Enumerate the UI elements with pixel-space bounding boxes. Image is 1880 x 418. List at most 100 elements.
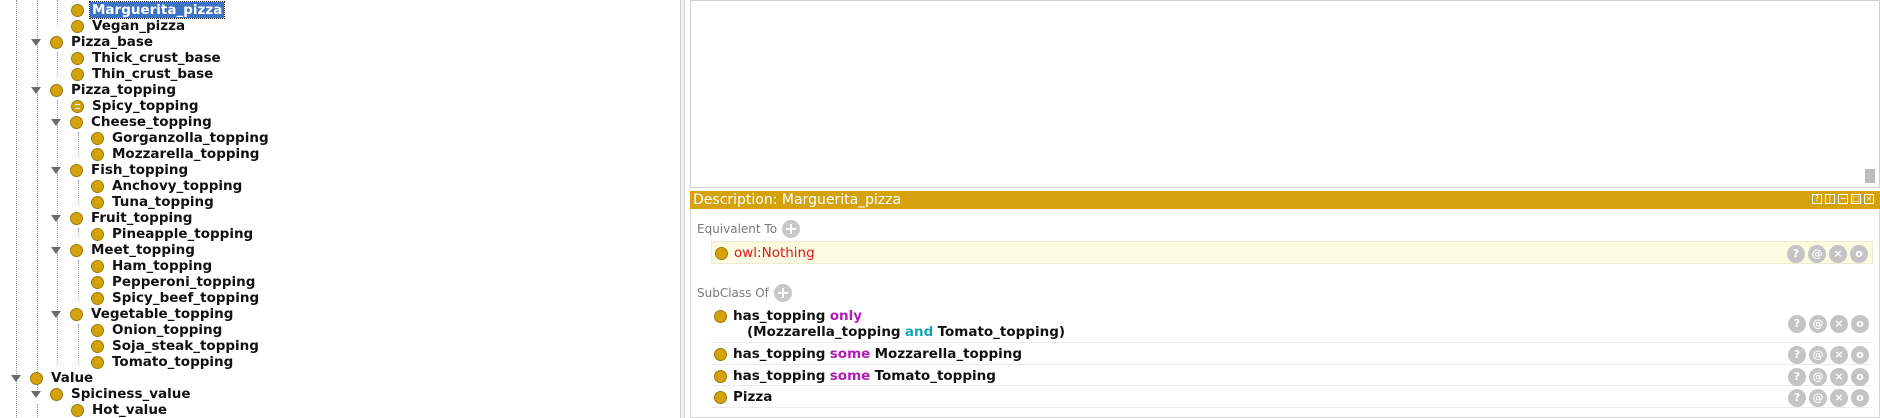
tree-node-label[interactable]: Pepperoni_topping	[110, 274, 257, 290]
annotate-button[interactable]: @	[1809, 368, 1827, 386]
tree-node-label[interactable]: Mozzarella_topping	[110, 146, 261, 162]
tree-node-onion-topping[interactable]: Onion_topping	[91, 322, 224, 338]
subclass-row[interactable]: has_topping some Mozzarella_topping ? @ …	[711, 343, 1873, 365]
property-name[interactable]: has_topping	[733, 308, 825, 324]
tree-node-meet-topping[interactable]: Meet_topping	[51, 242, 197, 258]
filler-close[interactable]: Tomato_topping)	[938, 324, 1065, 340]
collapse-toggle-icon[interactable]	[51, 118, 61, 126]
tree-node-pizza-topping[interactable]: Pizza_topping	[31, 82, 178, 98]
tree-node-anchovy-topping[interactable]: Anchovy_topping	[91, 178, 244, 194]
explain-button[interactable]: ?	[1788, 368, 1806, 386]
tree-node-label[interactable]: Cheese_topping	[89, 114, 214, 130]
edit-button[interactable]: o	[1851, 389, 1869, 407]
tree-node-gorganzolla-topping[interactable]: Gorganzolla_topping	[91, 130, 271, 146]
collapse-toggle-icon[interactable]	[51, 246, 61, 254]
close-view-button[interactable]: ×	[1864, 194, 1874, 204]
filler-open[interactable]: (Mozzarella_topping	[747, 324, 901, 340]
tree-node-label[interactable]: Vegan_pizza	[90, 18, 187, 34]
tree-node-pizza-base[interactable]: Pizza_base	[31, 34, 155, 50]
owl-nothing-entity[interactable]: owl:Nothing	[734, 245, 815, 261]
tree-node-label[interactable]: Pineapple_topping	[110, 226, 255, 242]
help-view-button[interactable]: ?	[1812, 194, 1822, 204]
tree-node-label[interactable]: Tuna_topping	[110, 194, 216, 210]
tree-node-label[interactable]: Anchovy_topping	[110, 178, 244, 194]
delete-button[interactable]: ×	[1829, 245, 1847, 263]
explain-button[interactable]: ?	[1788, 389, 1806, 407]
maximize-view-button[interactable]: □	[1851, 194, 1861, 204]
tree-node-pepperoni-topping[interactable]: Pepperoni_topping	[91, 274, 257, 290]
property-name[interactable]: has_topping	[733, 346, 825, 362]
tree-node-hot-value[interactable]: Hot_value	[71, 402, 169, 418]
subclass-row[interactable]: has_topping some Tomato_topping ? @ × o	[711, 365, 1873, 386]
delete-button[interactable]: ×	[1830, 389, 1848, 407]
tree-node-cheese-topping[interactable]: Cheese_topping	[51, 114, 214, 130]
pin-view-button[interactable]: |	[1825, 194, 1835, 204]
annotate-button[interactable]: @	[1809, 346, 1827, 364]
minimize-view-button[interactable]: −	[1838, 194, 1848, 204]
tree-node-label[interactable]: Vegetable_topping	[89, 306, 235, 322]
tree-node-label[interactable]: Value	[49, 370, 95, 386]
tree-node-pineapple-topping[interactable]: Pineapple_topping	[91, 226, 255, 242]
add-equivalent-button[interactable]: +	[782, 220, 801, 238]
tree-node-vegan-pizza[interactable]: Vegan_pizza	[71, 18, 187, 34]
edit-button[interactable]: o	[1851, 315, 1869, 333]
tree-node-label[interactable]: Ham_topping	[110, 258, 214, 274]
tree-node-spicy-topping[interactable]: Spicy_topping	[71, 98, 201, 114]
filler-class[interactable]: Tomato_topping	[875, 368, 996, 384]
tree-node-spiciness-value[interactable]: Spiciness_value	[31, 386, 193, 402]
tree-node-label[interactable]: Hot_value	[90, 402, 169, 418]
subclass-row[interactable]: Pizza ? @ × o	[711, 386, 1873, 408]
class-hierarchy-tree[interactable]: Marguerita_pizza Vegan_pizza Pizza_base …	[0, 0, 680, 418]
edit-button[interactable]: o	[1851, 346, 1869, 364]
tree-node-label[interactable]: Gorganzolla_topping	[110, 130, 271, 146]
tree-node-spicy-beef-topping[interactable]: Spicy_beef_topping	[91, 290, 261, 306]
edit-button[interactable]: o	[1850, 245, 1868, 263]
tree-node-label[interactable]: Spicy_beef_topping	[110, 290, 261, 306]
tree-node-label[interactable]: Onion_topping	[110, 322, 224, 338]
collapse-toggle-icon[interactable]	[31, 390, 41, 398]
tree-node-mozzarella-topping[interactable]: Mozzarella_topping	[91, 146, 261, 162]
tree-node-soja-steak-topping[interactable]: Soja_steak_topping	[91, 338, 261, 354]
tree-node-label[interactable]: Thick_crust_base	[90, 50, 223, 66]
tree-node-tuna-topping[interactable]: Tuna_topping	[91, 194, 216, 210]
equivalent-to-row[interactable]: owl:Nothing ? @ × o	[711, 241, 1873, 264]
edit-button[interactable]: o	[1851, 368, 1869, 386]
resize-grip[interactable]	[1865, 169, 1875, 183]
tree-node-label[interactable]: Thin_crust_base	[90, 66, 215, 82]
collapse-toggle-icon[interactable]	[51, 310, 61, 318]
collapse-toggle-icon[interactable]	[11, 374, 21, 382]
collapse-toggle-icon[interactable]	[31, 38, 41, 46]
tree-node-tomato-topping[interactable]: Tomato_topping	[91, 354, 235, 370]
tree-node-label[interactable]: Fish_topping	[89, 162, 190, 178]
annotate-button[interactable]: @	[1808, 245, 1826, 263]
explain-button[interactable]: ?	[1788, 346, 1806, 364]
collapse-toggle-icon[interactable]	[51, 166, 61, 174]
property-name[interactable]: has_topping	[733, 368, 825, 384]
tree-node-ham-topping[interactable]: Ham_topping	[91, 258, 214, 274]
tree-node-fish-topping[interactable]: Fish_topping	[51, 162, 190, 178]
tree-node-label[interactable]: Soja_steak_topping	[110, 338, 261, 354]
collapse-toggle-icon[interactable]	[31, 86, 41, 94]
delete-button[interactable]: ×	[1830, 368, 1848, 386]
tree-node-label[interactable]: Spicy_topping	[90, 98, 201, 114]
tree-node-value[interactable]: Value	[11, 370, 95, 386]
tree-node-vegetable-topping[interactable]: Vegetable_topping	[51, 306, 235, 322]
tree-node-label[interactable]: Spiciness_value	[69, 386, 193, 402]
annotate-button[interactable]: @	[1809, 389, 1827, 407]
tree-node-thick-crust-base[interactable]: Thick_crust_base	[71, 50, 223, 66]
tree-node-fruit-topping[interactable]: Fruit_topping	[51, 210, 194, 226]
tree-node-thin-crust-base[interactable]: Thin_crust_base	[71, 66, 215, 82]
explain-button[interactable]: ?	[1788, 315, 1806, 333]
tree-node-label[interactable]: Pizza_base	[69, 34, 155, 50]
add-superclass-button[interactable]: +	[773, 284, 792, 302]
explain-button[interactable]: ?	[1787, 245, 1805, 263]
tree-node-label[interactable]: Fruit_topping	[89, 210, 194, 226]
tree-node-marguerita-pizza[interactable]: Marguerita_pizza	[71, 1, 226, 19]
pane-splitter[interactable]	[680, 0, 685, 418]
tree-node-label[interactable]: Meet_topping	[89, 242, 197, 258]
delete-button[interactable]: ×	[1830, 346, 1848, 364]
filler-class[interactable]: Mozzarella_topping	[875, 346, 1022, 362]
annotate-button[interactable]: @	[1809, 315, 1827, 333]
tree-node-label[interactable]: Pizza_topping	[69, 82, 178, 98]
tree-node-label[interactable]: Marguerita_pizza	[88, 1, 226, 19]
